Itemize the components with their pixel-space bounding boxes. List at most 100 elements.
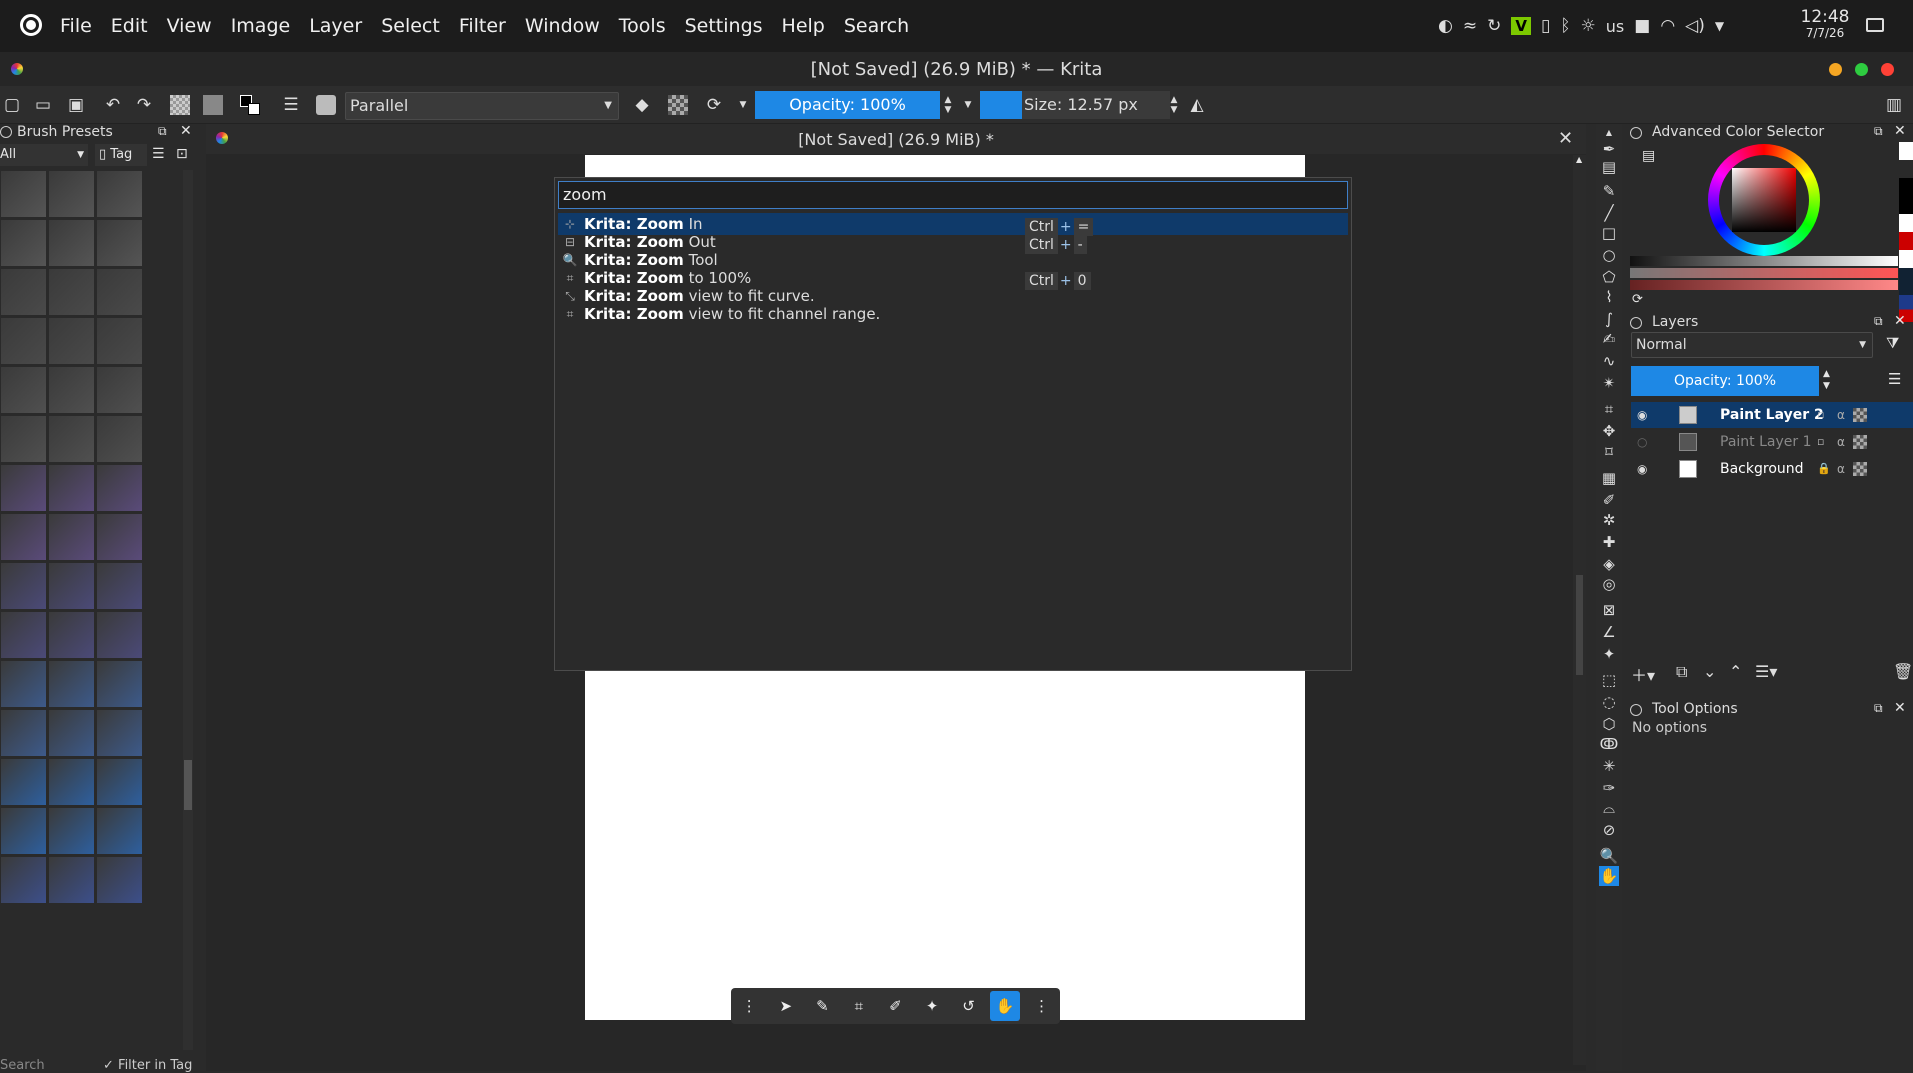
move-layer-up-icon[interactable]: ⌃ [1729, 662, 1742, 681]
sync-icon[interactable]: ↻ [1487, 16, 1501, 36]
keyboard-layout[interactable]: us [1606, 17, 1624, 36]
brush-preset-item[interactable] [48, 366, 95, 414]
move-layer-down-icon[interactable]: ⌄ [1703, 662, 1716, 681]
brush-preset-item[interactable] [96, 317, 143, 365]
brush-preset-item[interactable] [96, 415, 143, 463]
alpha-lock-icon[interactable]: α [1837, 456, 1845, 482]
colorize-mask-icon[interactable]: ✲ [1599, 510, 1619, 530]
brush-preset-item[interactable] [0, 709, 47, 757]
inherit-alpha-icon[interactable] [1853, 462, 1867, 476]
reference-images-icon[interactable]: ✦ [1599, 644, 1619, 664]
brush-preset-item[interactable] [48, 513, 95, 561]
rect-select-icon[interactable]: ⬚ [1599, 670, 1619, 690]
layer-row[interactable]: ◉ Paint Layer 2 ▫ α [1631, 402, 1913, 428]
gradient-tool-icon[interactable]: ▦ [1599, 468, 1619, 488]
close-docker-icon[interactable]: ✕ [1894, 313, 1906, 329]
brush-preset-item[interactable] [0, 464, 47, 512]
brush-preset-item[interactable] [0, 415, 47, 463]
brush-preset-item[interactable] [96, 709, 143, 757]
layer-opacity-slider[interactable]: Opacity: 100% [1631, 366, 1819, 396]
preset-scrollbar[interactable] [183, 170, 193, 1050]
brush-preset-item[interactable] [0, 513, 47, 561]
close-window-button[interactable] [1881, 63, 1894, 76]
vim-icon[interactable]: V [1511, 17, 1531, 35]
brush-preset-item[interactable] [0, 317, 47, 365]
fill-pattern-icon[interactable] [170, 95, 190, 115]
lock-icon[interactable]: ▫ [1817, 429, 1824, 455]
contiguous-select-icon[interactable]: ✳ [1599, 756, 1619, 776]
line-tool-icon[interactable]: ╱ [1599, 203, 1619, 223]
menu-settings[interactable]: Settings [685, 15, 763, 37]
lasso-tool-icon[interactable]: ↺ [954, 991, 984, 1021]
enclose-fill-icon[interactable]: ◎ [1599, 574, 1619, 594]
calligraphy-icon[interactable]: ✒ [1599, 139, 1619, 159]
reset-colors-icon[interactable]: ⟳ [1632, 292, 1643, 307]
brush-preset-item[interactable] [48, 268, 95, 316]
brush-preset-item[interactable] [0, 758, 47, 806]
multibrush-icon[interactable]: ✴ [1599, 373, 1619, 393]
menu-layer[interactable]: Layer [309, 15, 362, 37]
float-docker-icon[interactable]: ⧉ [1874, 701, 1883, 716]
brush-tool-icon[interactable]: ✎ [1599, 181, 1619, 201]
alpha-lock-icon[interactable] [668, 95, 688, 115]
open-document-icon[interactable]: ▭ [33, 95, 53, 115]
menu-window[interactable]: Window [525, 15, 600, 37]
clock[interactable]: 12:48 7/7/26 [1800, 8, 1850, 40]
float-docker-icon[interactable]: ⧉ [158, 124, 167, 139]
close-docker-icon[interactable]: ✕ [180, 123, 192, 139]
eye-icon[interactable]: ○ [1637, 429, 1647, 455]
transform-tool-icon[interactable]: ⌗ [844, 991, 874, 1021]
volume-icon[interactable]: ◁) [1685, 16, 1705, 36]
brush-preset-item[interactable] [96, 464, 143, 512]
toolbar-more-icon[interactable]: ⋮ [1027, 991, 1057, 1021]
mirror-horizontal-icon[interactable]: ◭ [1187, 95, 1207, 115]
blend-mode-dropdown-icon[interactable]: ▼ [733, 95, 753, 115]
eye-icon[interactable]: ◉ [1637, 456, 1647, 482]
inherit-alpha-icon[interactable] [1853, 435, 1867, 449]
color-wheel[interactable] [1708, 144, 1820, 256]
brush-preset-item[interactable] [96, 562, 143, 610]
duplicate-layer-icon[interactable]: ⧉ [1676, 662, 1687, 682]
minimize-button[interactable] [1829, 63, 1842, 76]
bluetooth-icon[interactable]: ᛒ [1560, 16, 1570, 36]
brush-preset-item[interactable] [48, 611, 95, 659]
menu-edit[interactable]: Edit [111, 15, 148, 37]
pin-icon[interactable]: ✦ [917, 991, 947, 1021]
brush-preset-item[interactable] [0, 366, 47, 414]
brush-preset-item[interactable] [96, 660, 143, 708]
brush-preset-item[interactable] [96, 366, 143, 414]
brush-preset-item[interactable] [0, 562, 47, 610]
preset-filter-select[interactable]: All ▼ [0, 144, 88, 166]
redo-icon[interactable]: ↷ [134, 95, 154, 115]
float-docker-icon[interactable]: ⧉ [1874, 314, 1883, 329]
brush-preset-thumbnail[interactable] [316, 95, 336, 115]
saturation-slider[interactable] [1630, 268, 1898, 278]
size-spin-icon[interactable]: ▲ ▼ [1164, 95, 1184, 115]
command-result-item[interactable]: ⌗ Krita: Zoom view to fit channel range. [558, 303, 1348, 325]
opacity-slider[interactable]: Opacity: 100% [755, 91, 940, 119]
menu-image[interactable]: Image [231, 15, 291, 37]
brush-preset-item[interactable] [0, 807, 47, 855]
brush-preset-item[interactable] [48, 170, 95, 218]
desktop-icon[interactable] [1866, 18, 1884, 32]
layer-row[interactable]: ◉ Background 🔒 α [1631, 456, 1913, 482]
freehand-select-icon[interactable]: ↂ [1599, 734, 1619, 754]
bezier-tool-icon[interactable]: ∫ [1599, 309, 1619, 329]
battery-icon[interactable]: ■ [1634, 16, 1650, 36]
close-docker-icon[interactable]: ✕ [1894, 123, 1906, 139]
canvas-vertical-scrollbar[interactable]: ▲ [1573, 155, 1586, 1065]
lock-icon[interactable]: ▫ [1817, 402, 1824, 428]
brush-preset-item[interactable] [0, 268, 47, 316]
hue-slider[interactable] [1630, 280, 1898, 290]
lock-icon[interactable]: 🔒 [1817, 456, 1831, 482]
brush-preset-item[interactable] [48, 464, 95, 512]
tag-button[interactable]: ▯ Tag [95, 144, 147, 166]
dynamic-brush-icon[interactable]: ∿ [1599, 351, 1619, 371]
inherit-alpha-icon[interactable] [1853, 408, 1867, 422]
brush-preset-item[interactable] [48, 317, 95, 365]
polygon-tool-icon[interactable]: ⬠ [1599, 267, 1619, 287]
menu-filter[interactable]: Filter [459, 15, 506, 37]
brush-preset-item[interactable] [0, 219, 47, 267]
brush-preset-item[interactable] [96, 219, 143, 267]
brush-preset-item[interactable] [48, 709, 95, 757]
